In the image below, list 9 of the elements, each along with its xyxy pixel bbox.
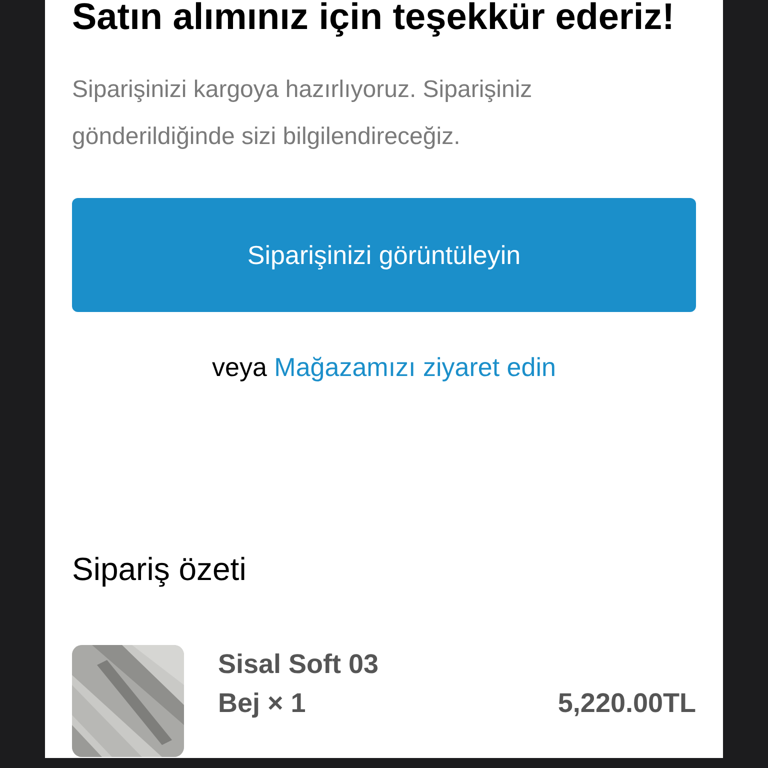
view-order-button[interactable]: Siparişinizi görüntüleyin <box>72 198 696 312</box>
section-heading: Sipariş özeti <box>72 550 248 589</box>
or-text: veya <box>212 352 267 382</box>
visit-store-link[interactable]: Mağazamızı ziyaret edin <box>274 352 556 382</box>
page-title: Satın alımınız için teşekkür ederiz! <box>72 0 676 39</box>
product-price: 5,220.00TL <box>558 688 696 719</box>
confirmation-message: Siparişinizi kargoya hazırlıyoruz. Siparişiniz gönderildiğinde sizi bilgilendireceğiz. <box>72 75 534 152</box>
product-name: Sisal Soft 03 <box>218 649 380 680</box>
product-variant: Bej × 1 <box>218 688 306 719</box>
